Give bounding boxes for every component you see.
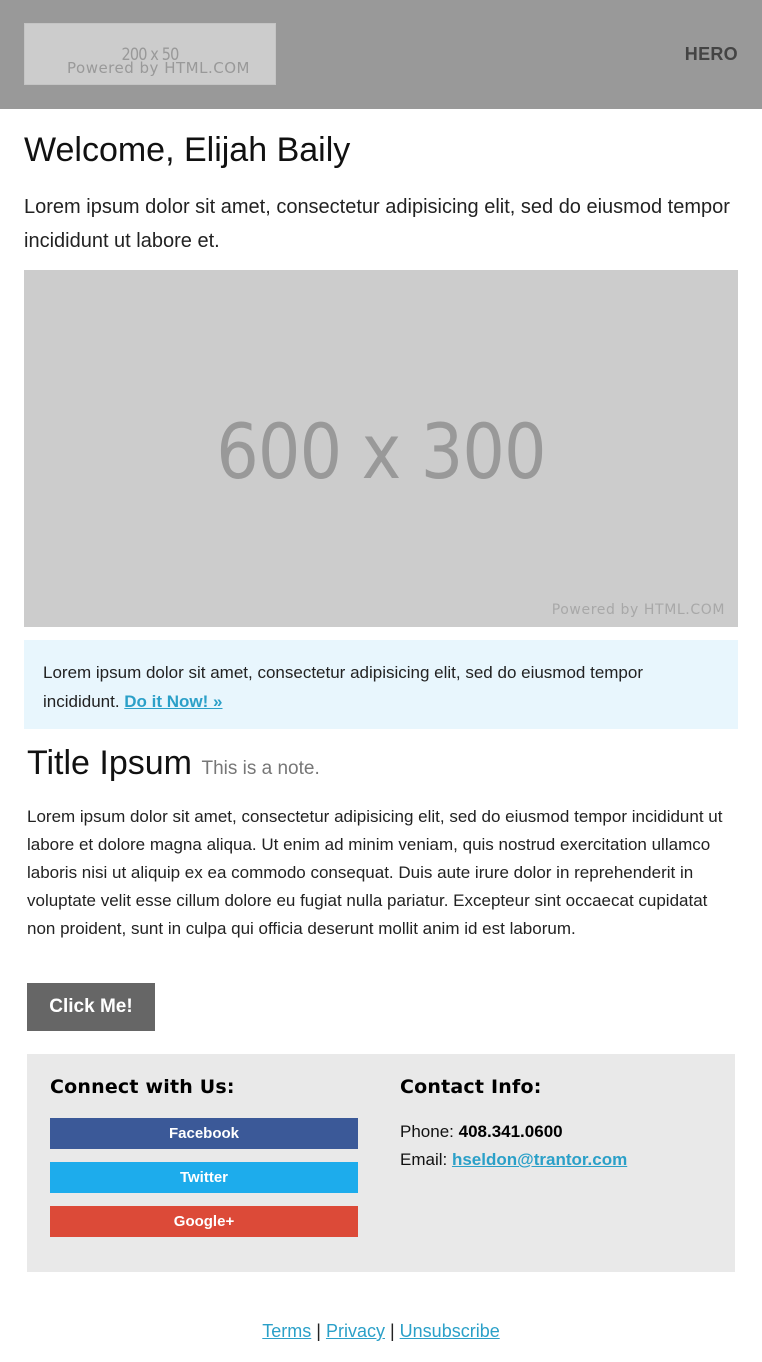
terms-link[interactable]: Terms <box>262 1321 311 1341</box>
callout-paragraph: Lorem ipsum dolor sit amet, consectetur … <box>43 658 719 716</box>
click-me-button[interactable]: Click Me! <box>27 983 155 1031</box>
article-body: Lorem ipsum dolor sit amet, consectetur … <box>27 807 723 938</box>
welcome-title: Welcome, Elijah Baily <box>24 131 351 169</box>
unsubscribe-link[interactable]: Unsubscribe <box>400 1321 500 1341</box>
google-plus-button[interactable]: Google+ <box>50 1206 358 1237</box>
footer-info-box: Connect with Us: Facebook Twitter Google… <box>27 1054 735 1272</box>
phone-label: Phone: <box>400 1122 459 1141</box>
article-note: This is a note. <box>201 758 320 779</box>
intro-text: Lorem ipsum dolor sit amet, consectetur … <box>24 196 730 252</box>
hero-image-powered-by: Powered by HTML.COM <box>551 602 725 618</box>
callout-box: Lorem ipsum dolor sit amet, consectetur … <box>24 640 738 729</box>
email-label: Email: <box>400 1150 452 1169</box>
logo-placeholder: 200 x 50 Powered by HTML.COM <box>24 23 276 85</box>
phone-line: Phone: 408.341.0600 <box>400 1122 563 1142</box>
footer-links: Terms | Privacy | Unsubscribe <box>0 1321 762 1342</box>
do-it-now-link[interactable]: Do it Now! » <box>124 692 222 711</box>
hero-image-dimensions: 600 x 300 <box>216 407 546 496</box>
hero-label: HERO <box>684 44 738 64</box>
facebook-button[interactable]: Facebook <box>50 1118 358 1149</box>
separator: | <box>311 1321 326 1341</box>
connect-title: Connect with Us: <box>50 1076 235 1098</box>
hero-image-placeholder: 600 x 300 Powered by HTML.COM <box>24 270 738 627</box>
twitter-button[interactable]: Twitter <box>50 1162 358 1193</box>
email-line: Email: hseldon@trantor.com <box>400 1150 627 1170</box>
article-title: Title Ipsum <box>27 744 193 782</box>
article-heading: Title Ipsum This is a note. <box>27 744 320 783</box>
separator: | <box>384 1321 400 1341</box>
privacy-link[interactable]: Privacy <box>326 1321 385 1341</box>
phone-number: 408.341.0600 <box>458 1122 563 1141</box>
header: 200 x 50 Powered by HTML.COM HERO <box>0 0 762 109</box>
contact-title: Contact Info: <box>400 1076 542 1098</box>
logo-powered-by: Powered by HTML.COM <box>67 59 250 77</box>
email-link[interactable]: hseldon@trantor.com <box>452 1150 627 1169</box>
